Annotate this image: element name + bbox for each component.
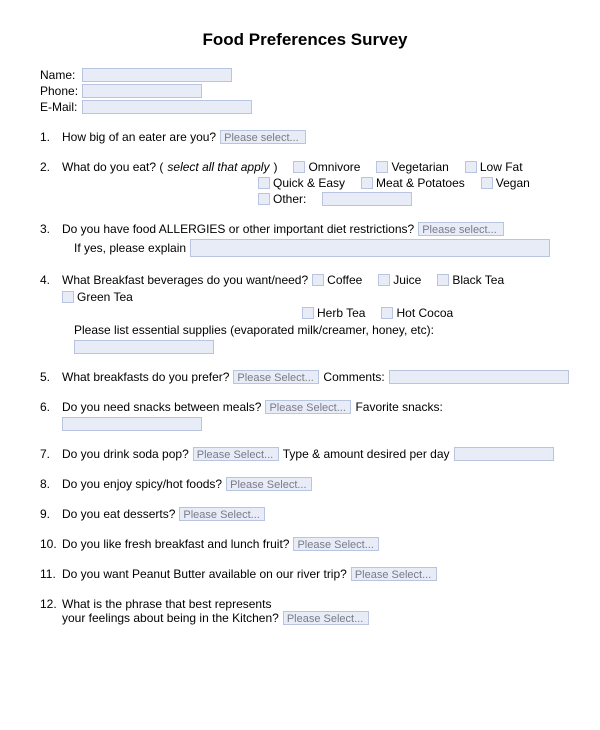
check-lowfat[interactable] <box>465 161 477 173</box>
name-input[interactable] <box>82 68 232 82</box>
q4-sub: Please list essential supplies (evaporat… <box>74 323 434 337</box>
question-5: 5. What breakfasts do you prefer? Please… <box>40 370 570 384</box>
contact-email-row: E-Mail: <box>40 100 570 114</box>
check-herbtea[interactable] <box>302 307 314 319</box>
q5-select[interactable]: Please Select... <box>233 370 319 384</box>
question-6: 6. Do you need snacks between meals? Ple… <box>40 400 570 431</box>
q2-num: 2. <box>40 160 62 174</box>
name-label: Name: <box>40 68 82 82</box>
q10-select[interactable]: Please Select... <box>293 537 379 551</box>
label-greentea: Green Tea <box>77 290 133 304</box>
survey-page: Food Preferences Survey Name: Phone: E-M… <box>0 0 600 730</box>
label-omnivore: Omnivore <box>308 160 360 174</box>
q5-text: What breakfasts do you prefer? <box>62 370 229 384</box>
phone-input[interactable] <box>82 84 202 98</box>
check-vegan[interactable] <box>481 177 493 189</box>
q11-num: 11. <box>40 567 62 581</box>
label-other: Other: <box>273 192 306 206</box>
question-11: 11. Do you want Peanut Butter available … <box>40 567 570 581</box>
q6-text: Do you need snacks between meals? <box>62 400 261 414</box>
q2-text-b: select all that apply <box>167 160 269 174</box>
q4-text: What Breakfast beverages do you want/nee… <box>62 273 308 287</box>
label-cocoa: Hot Cocoa <box>396 306 453 320</box>
q12-text-b: your feelings about being in the Kitchen… <box>62 611 279 625</box>
question-7: 7. Do you drink soda pop? Please Select.… <box>40 447 570 461</box>
email-label: E-Mail: <box>40 100 82 114</box>
q5-sub: Comments: <box>323 370 384 384</box>
q6-snacks-input[interactable] <box>62 417 202 431</box>
question-2: 2. What do you eat? ( select all that app… <box>40 160 570 206</box>
q10-num: 10. <box>40 537 62 551</box>
q9-num: 9. <box>40 507 62 521</box>
label-vegan: Vegan <box>496 176 530 190</box>
question-4: 4. What Breakfast beverages do you want/… <box>40 273 570 354</box>
label-coffee: Coffee <box>327 273 362 287</box>
check-omnivore[interactable] <box>293 161 305 173</box>
q2-text-a: What do you eat? ( <box>62 160 163 174</box>
q7-num: 7. <box>40 447 62 461</box>
check-meat[interactable] <box>361 177 373 189</box>
q11-select[interactable]: Please Select... <box>351 567 437 581</box>
q12-text-a: What is the phrase that best represents <box>62 597 570 611</box>
q8-num: 8. <box>40 477 62 491</box>
check-coffee[interactable] <box>312 274 324 286</box>
label-juice: Juice <box>393 273 421 287</box>
question-8: 8. Do you enjoy spicy/hot foods? Please … <box>40 477 570 491</box>
label-lowfat: Low Fat <box>480 160 523 174</box>
q8-text: Do you enjoy spicy/hot foods? <box>62 477 222 491</box>
q3-num: 3. <box>40 222 62 236</box>
q5-comments-input[interactable] <box>389 370 569 384</box>
label-herbtea: Herb Tea <box>317 306 365 320</box>
email-input[interactable] <box>82 100 252 114</box>
q3-sub: If yes, please explain <box>74 241 186 255</box>
q4-num: 4. <box>40 273 62 287</box>
check-vegetarian[interactable] <box>376 161 388 173</box>
check-blacktea[interactable] <box>437 274 449 286</box>
q12-num: 12. <box>40 597 62 611</box>
q10-text: Do you like fresh breakfast and lunch fr… <box>62 537 289 551</box>
check-other[interactable] <box>258 193 270 205</box>
question-3: 3. Do you have food ALLERGIES or other i… <box>40 222 570 257</box>
check-cocoa[interactable] <box>381 307 393 319</box>
q3-text: Do you have food ALLERGIES or other impo… <box>62 222 414 236</box>
q7-select[interactable]: Please Select... <box>193 447 279 461</box>
q6-sub: Favorite snacks: <box>355 400 442 414</box>
q5-num: 5. <box>40 370 62 384</box>
label-quick: Quick & Easy <box>273 176 345 190</box>
q4-supplies-input[interactable] <box>74 340 214 354</box>
question-9: 9. Do you eat desserts? Please Select... <box>40 507 570 521</box>
q3-explain-input[interactable] <box>190 239 550 257</box>
label-vegetarian: Vegetarian <box>391 160 448 174</box>
check-greentea[interactable] <box>62 291 74 303</box>
q7-text: Do you drink soda pop? <box>62 447 189 461</box>
q6-select[interactable]: Please Select... <box>265 400 351 414</box>
q11-text: Do you want Peanut Butter available on o… <box>62 567 347 581</box>
q9-text: Do you eat desserts? <box>62 507 175 521</box>
q1-select[interactable]: Please select... <box>220 130 306 144</box>
q2-other-input[interactable] <box>322 192 412 206</box>
contact-phone-row: Phone: <box>40 84 570 98</box>
label-meat: Meat & Potatoes <box>376 176 465 190</box>
q3-select[interactable]: Please select... <box>418 222 504 236</box>
question-12: 12. What is the phrase that best represe… <box>40 597 570 625</box>
q1-num: 1. <box>40 130 62 144</box>
check-juice[interactable] <box>378 274 390 286</box>
check-quick[interactable] <box>258 177 270 189</box>
label-blacktea: Black Tea <box>452 273 504 287</box>
contact-name-row: Name: <box>40 68 570 82</box>
q1-text: How big of an eater are you? <box>62 130 216 144</box>
question-10: 10. Do you like fresh breakfast and lunc… <box>40 537 570 551</box>
q7-soda-input[interactable] <box>454 447 554 461</box>
q8-select[interactable]: Please Select... <box>226 477 312 491</box>
phone-label: Phone: <box>40 84 82 98</box>
q7-sub: Type & amount desired per day <box>283 447 450 461</box>
q9-select[interactable]: Please Select... <box>179 507 265 521</box>
q12-select[interactable]: Please Select... <box>283 611 369 625</box>
q6-num: 6. <box>40 400 62 414</box>
question-1: 1. How big of an eater are you? Please s… <box>40 130 570 144</box>
q2-text-c: ) <box>273 160 277 174</box>
page-title: Food Preferences Survey <box>40 30 570 50</box>
